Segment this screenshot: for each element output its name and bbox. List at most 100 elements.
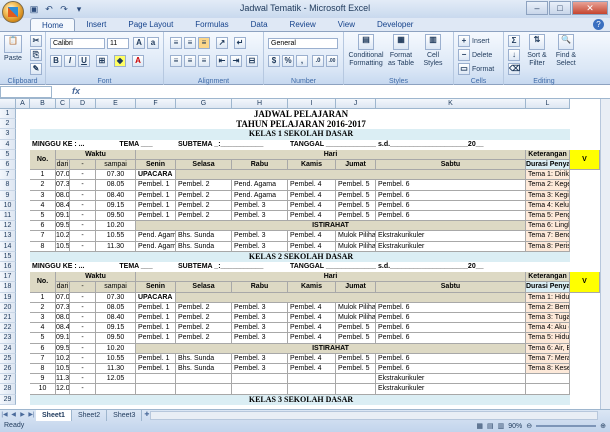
row-header-22[interactable]: 22: [0, 323, 16, 334]
column-header-c[interactable]: C: [56, 99, 70, 109]
lesson-jumat[interactable]: Pembel. 5: [336, 364, 376, 375]
italic-icon[interactable]: I: [64, 55, 76, 67]
tema-note[interactable]: Tema 1: Hidup Rukun: [526, 292, 570, 303]
day-header-sabtu[interactable]: Sabtu: [376, 160, 526, 171]
v-cell[interactable]: V: [570, 272, 600, 293]
time-to[interactable]: 10.20: [96, 221, 136, 232]
time-from[interactable]: 09.15: [56, 333, 70, 344]
tema-note[interactable]: Tema 8: Keselamatan di Rumah dan Perjala…: [526, 364, 570, 375]
row-no[interactable]: 2: [30, 302, 56, 313]
time-to[interactable]: 09.50: [96, 333, 136, 344]
tema-note[interactable]: Tema 5: Pengalamanku: [526, 211, 570, 222]
time-dash[interactable]: -: [70, 211, 96, 222]
first-sheet-icon[interactable]: |◀: [0, 411, 9, 420]
lesson-sabtu[interactable]: Ekstrakurikuler: [376, 384, 526, 395]
last-sheet-icon[interactable]: ▶|: [27, 411, 36, 420]
prev-sheet-icon[interactable]: ◀: [9, 411, 18, 420]
lesson-sabtu[interactable]: Pembel. 6: [376, 190, 526, 201]
lesson-senin[interactable]: Pembel. 1: [136, 323, 176, 334]
lesson-jumat[interactable]: [336, 384, 376, 395]
time-dash[interactable]: -: [70, 170, 96, 181]
lesson-sabtu[interactable]: Pembel. 6: [376, 180, 526, 191]
lesson-jumat[interactable]: Pembel. 5: [336, 323, 376, 334]
lesson-rabu[interactable]: Pend. Agama: [232, 180, 288, 191]
row-header-6[interactable]: 6: [0, 160, 16, 171]
lesson-jumat[interactable]: Pembel. 5: [336, 180, 376, 191]
lesson-selasa[interactable]: Pembel. 2: [176, 190, 232, 201]
row-header-19[interactable]: 19: [0, 292, 16, 303]
sheet-tab-3[interactable]: Sheet3: [107, 410, 143, 421]
lesson-sabtu[interactable]: Ekstrakurikuler: [376, 374, 526, 385]
tema-note[interactable]: Tema 7: Benda, Hewan, dan Tanaman di Sek…: [526, 231, 570, 242]
time-dash[interactable]: -: [70, 302, 96, 313]
bold-icon[interactable]: B: [50, 55, 62, 67]
lesson-kamis[interactable]: Pembel. 4: [288, 241, 336, 252]
row-no[interactable]: 9: [30, 374, 56, 385]
font-name-combo[interactable]: Calibri: [50, 38, 105, 49]
fill-icon[interactable]: ↓: [508, 49, 520, 61]
time-to[interactable]: 08.05: [96, 302, 136, 313]
day-header-jumat[interactable]: Jumat: [336, 160, 376, 171]
time-dash[interactable]: -: [70, 221, 96, 232]
normal-view-icon[interactable]: ▦: [476, 422, 483, 430]
row-no[interactable]: 3: [30, 190, 56, 201]
lesson-rabu[interactable]: [232, 374, 288, 385]
day-header-jumat[interactable]: Jumat: [336, 282, 376, 293]
lesson-jumat[interactable]: Pembel. 5: [336, 333, 376, 344]
row-header-14[interactable]: 14: [0, 241, 16, 252]
autosum-icon[interactable]: Σ: [508, 35, 520, 47]
increase-decimal-icon[interactable]: .0: [312, 55, 324, 67]
copy-icon[interactable]: ⎘: [30, 49, 42, 61]
keterangan-header[interactable]: Keterangan: [526, 149, 570, 160]
tab-formulas[interactable]: Formulas: [184, 18, 239, 31]
keterangan-header[interactable]: Keterangan: [526, 272, 570, 283]
upacara-fill[interactable]: [176, 292, 526, 303]
time-to[interactable]: 09.15: [96, 323, 136, 334]
clear-icon[interactable]: ⌫: [508, 63, 520, 75]
time-dash[interactable]: -: [70, 313, 96, 324]
align-right-icon[interactable]: ≡: [198, 55, 210, 67]
lesson-jumat[interactable]: [336, 374, 376, 385]
tema-note[interactable]: Tema 7: Merawat Hewan dan Tumbuhan: [526, 353, 570, 364]
lesson-selasa[interactable]: Pembel. 2: [176, 313, 232, 324]
hari-header[interactable]: Hari: [136, 149, 526, 160]
worksheet-grid[interactable]: A B C D E F G H I J K L 1 2 3 4 5 6 7 8 9 10 11 12 13 14 15 16 17 18 1…: [0, 99, 610, 409]
align-top-icon[interactable]: ≡: [170, 37, 182, 49]
lesson-sabtu[interactable]: Pembel. 6: [376, 200, 526, 211]
lesson-sabtu[interactable]: Pembel. 6: [376, 323, 526, 334]
waktu-header[interactable]: Waktu: [56, 149, 136, 160]
close-button[interactable]: ✕: [572, 1, 608, 15]
lesson-senin[interactable]: Pembel. 1: [136, 180, 176, 191]
minimize-button[interactable]: –: [526, 1, 548, 15]
tema-note[interactable]: Tema 2: Kegemaranku: [526, 180, 570, 191]
row-header-24[interactable]: 24: [0, 343, 16, 354]
row-header-15[interactable]: 15: [0, 251, 16, 262]
time-from[interactable]: 07.30: [56, 302, 70, 313]
lesson-kamis[interactable]: Pembel. 4: [288, 200, 336, 211]
time-from[interactable]: 08.05: [56, 190, 70, 201]
time-to[interactable]: [96, 384, 136, 395]
sheet-tab-1[interactable]: Sheet1: [36, 410, 72, 421]
sampai-header[interactable]: sampai: [96, 282, 136, 293]
percent-icon[interactable]: %: [282, 55, 294, 67]
lesson-sabtu[interactable]: Pembel. 6: [376, 333, 526, 344]
decrease-indent-icon[interactable]: ⇤: [216, 55, 228, 67]
increase-indent-icon[interactable]: ⇥: [230, 55, 242, 67]
format-painter-icon[interactable]: ✎: [30, 63, 42, 75]
row-header-5[interactable]: 5: [0, 149, 16, 160]
align-middle-icon[interactable]: ≡: [184, 37, 196, 49]
lesson-rabu[interactable]: Pend. Agama: [232, 190, 288, 201]
row-header-21[interactable]: 21: [0, 313, 16, 324]
class-3-heading[interactable]: KELAS 3 SEKOLAH DASAR: [30, 394, 570, 405]
orientation-icon[interactable]: ↗: [216, 37, 228, 49]
lesson-kamis[interactable]: Pembel. 4: [288, 302, 336, 313]
row-header-29[interactable]: 29: [0, 394, 16, 405]
hari-header[interactable]: Hari: [136, 272, 526, 283]
sheet-title[interactable]: JADWAL PELAJARAN: [30, 109, 570, 119]
column-header-k[interactable]: K: [376, 99, 526, 109]
lesson-rabu[interactable]: Pembel. 3: [232, 241, 288, 252]
zoom-level[interactable]: 90%: [508, 423, 522, 430]
lesson-senin[interactable]: Pembel. 1: [136, 353, 176, 364]
row-header-20[interactable]: 20: [0, 302, 16, 313]
tab-review[interactable]: Review: [279, 18, 327, 31]
